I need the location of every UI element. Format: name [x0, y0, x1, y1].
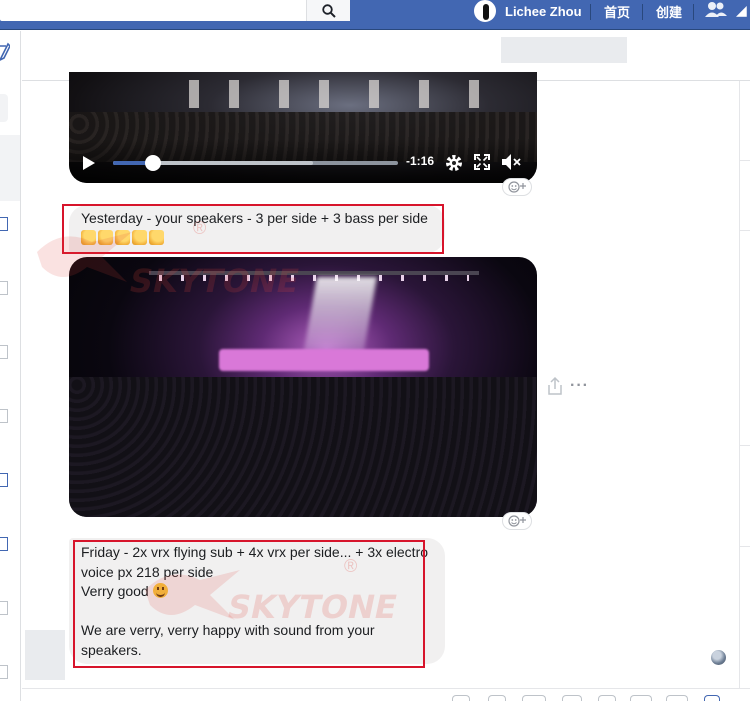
- stage: [219, 349, 429, 371]
- video-message[interactable]: -1:16: [69, 72, 537, 183]
- active-conversation[interactable]: [0, 135, 20, 201]
- details-divider: [740, 160, 750, 161]
- conversation-item[interactable]: [0, 473, 8, 487]
- watermark-registered: ®: [344, 556, 358, 576]
- nav-divider: [590, 4, 591, 20]
- nav-divider: [642, 4, 643, 20]
- watermark-text: SKYTONE: [223, 588, 401, 626]
- video-progress-bar[interactable]: [113, 155, 398, 171]
- emoji-icon[interactable]: [562, 695, 582, 701]
- notifications-icon[interactable]: ◢: [736, 2, 747, 19]
- image-icon[interactable]: [452, 695, 470, 701]
- top-navbar: Lichee Zhou 首页 创建 ◢: [0, 0, 750, 30]
- sticker-icon[interactable]: [488, 695, 506, 701]
- video-controls: -1:16: [69, 139, 537, 183]
- nav-home-link[interactable]: 首页: [604, 2, 630, 21]
- watermark-text: SKYTONE: [125, 262, 303, 300]
- add-reaction-button[interactable]: [502, 512, 532, 530]
- message-line: Friday - 2x vrx flying sub + 4x vrx per …: [81, 544, 429, 580]
- message-line: We are verry, verry happy with sound fro…: [81, 622, 375, 658]
- conversation-item[interactable]: [0, 281, 8, 295]
- video-frame: [169, 80, 499, 110]
- profile-avatar: [474, 0, 496, 22]
- nav-create-link[interactable]: 创建: [656, 2, 682, 21]
- conversation-item[interactable]: [0, 537, 8, 551]
- game-icon[interactable]: [598, 695, 616, 701]
- conversation-item[interactable]: [0, 345, 8, 359]
- progress-scrubber[interactable]: [144, 155, 161, 171]
- time-remaining: -1:16: [406, 154, 435, 168]
- play-icon[interactable]: [83, 156, 95, 170]
- watermark-logo: [37, 232, 132, 282]
- add-reaction-button[interactable]: [502, 178, 532, 196]
- contact-name-redacted: [501, 37, 627, 63]
- conversation-item[interactable]: [0, 409, 8, 423]
- compose-icon[interactable]: [0, 42, 10, 66]
- settings-icon[interactable]: [444, 153, 464, 173]
- like-icon[interactable]: [704, 695, 720, 701]
- nav-divider: [693, 4, 694, 20]
- add-reaction-icon: [508, 181, 526, 193]
- watermark-registered: ®: [193, 218, 207, 238]
- share-icon[interactable]: [546, 376, 564, 396]
- watermark-logo: [145, 570, 240, 620]
- sender-avatar-placeholder: [25, 630, 65, 680]
- profile-name: Lichee Zhou: [505, 3, 582, 19]
- conversation-item[interactable]: [0, 601, 8, 615]
- conversation-item[interactable]: [0, 665, 8, 679]
- search-icon: [321, 3, 336, 18]
- seen-avatar: [711, 650, 726, 665]
- more-icon[interactable]: ···: [570, 377, 589, 395]
- thumbs-up-emoji: [149, 229, 164, 245]
- add-reaction-icon: [508, 515, 526, 527]
- details-divider: [740, 546, 750, 547]
- profile-link[interactable]: Lichee Zhou: [474, 0, 582, 22]
- message-composer[interactable]: [22, 688, 750, 701]
- mute-icon[interactable]: [501, 153, 523, 171]
- conversation-list: [0, 31, 21, 701]
- messenger-window: Lichee Zhou 首页 创建 ◢ -1:16 Yesterday - yo…: [0, 0, 750, 701]
- chat-icon[interactable]: [630, 695, 652, 701]
- message-actions: ···: [546, 376, 589, 396]
- friends-icon[interactable]: [704, 0, 728, 20]
- gif-icon[interactable]: [522, 695, 546, 701]
- details-panel-divider: [739, 81, 740, 701]
- conversation-search[interactable]: [0, 94, 8, 122]
- details-divider: [740, 230, 750, 231]
- fullscreen-icon[interactable]: [473, 153, 491, 171]
- details-divider: [740, 445, 750, 446]
- camera-icon[interactable]: [666, 695, 688, 701]
- conversation-item[interactable]: [0, 217, 8, 231]
- search-button[interactable]: [306, 0, 350, 21]
- search-input[interactable]: [0, 0, 350, 21]
- video-crowd: [69, 377, 537, 517]
